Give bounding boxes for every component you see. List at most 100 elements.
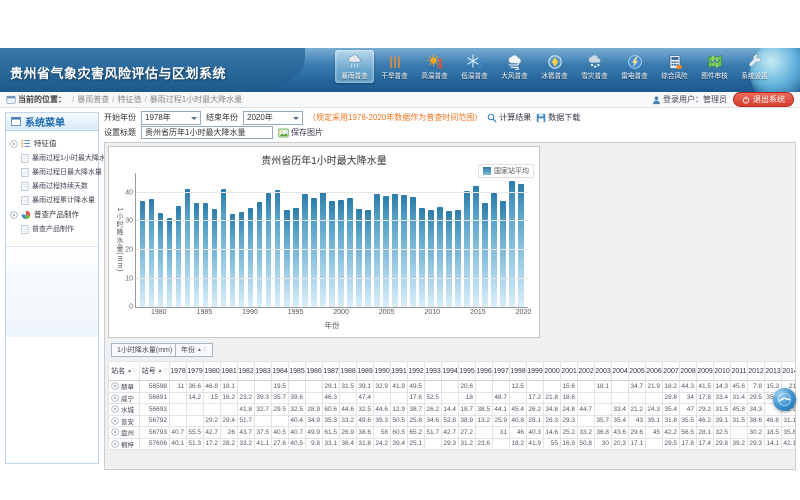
column-header-year[interactable]: 2014 xyxy=(782,361,795,381)
value-cell: 35.4 xyxy=(612,416,629,428)
column-header-year[interactable]: 1991 xyxy=(391,361,408,381)
column-header-year[interactable]: 2012 xyxy=(748,361,765,381)
floating-widget-button[interactable] xyxy=(773,388,796,411)
sidebar-item[interactable]: 暴雨过程1小时最大降水量 xyxy=(8,151,96,165)
column-header-year[interactable]: 2013 xyxy=(765,361,782,381)
column-header-id[interactable]: 站号▲▽ xyxy=(140,361,170,381)
column-header-year[interactable]: 1992 xyxy=(408,361,425,381)
row-expand-icon[interactable] xyxy=(111,382,119,390)
value-cell xyxy=(544,381,561,393)
data-download-button[interactable]: 数据下载 xyxy=(536,112,580,123)
column-header-year[interactable]: 2010 xyxy=(714,361,731,381)
column-header-year[interactable]: 1989 xyxy=(357,361,374,381)
value-cell: 43.7 xyxy=(238,427,255,439)
column-header-year[interactable]: 2009 xyxy=(697,361,714,381)
column-header-year[interactable]: 1997 xyxy=(493,361,510,381)
chart-legend[interactable]: 国家站平均 xyxy=(478,164,534,178)
column-header-year[interactable]: 1993 xyxy=(425,361,442,381)
nav-item-6[interactable]: 冰雹普查 xyxy=(535,50,574,83)
column-header-year[interactable]: 1982 xyxy=(238,361,255,381)
column-header-year[interactable]: 1985 xyxy=(289,361,306,381)
column-header-name[interactable]: 站名▲▽ xyxy=(108,361,140,381)
nav-item-4[interactable]: 低温普查 xyxy=(455,50,494,83)
value-cell: 41.8 xyxy=(238,404,255,416)
value-cell: 32.9 xyxy=(374,381,391,393)
column-header-year[interactable]: 1998 xyxy=(510,361,527,381)
column-header-year[interactable]: 1980 xyxy=(204,361,221,381)
station-name-cell[interactable]: 水城 xyxy=(108,404,140,416)
value-cell xyxy=(578,381,595,393)
chart-title-input[interactable] xyxy=(141,126,273,139)
station-name-cell[interactable]: 赫章 xyxy=(108,381,140,393)
nav-item-10[interactable]: 图件审核 xyxy=(695,50,734,83)
column-header-year[interactable]: 1978 xyxy=(170,361,187,381)
column-header-year[interactable]: 1995 xyxy=(459,361,476,381)
row-expand-icon[interactable] xyxy=(111,394,119,402)
nav-item-7[interactable]: 雪灾普查 xyxy=(575,50,614,83)
value-cell: 31.8 xyxy=(663,416,680,428)
row-expand-icon[interactable] xyxy=(111,405,119,413)
logout-button[interactable]: 退出系统 xyxy=(733,92,794,107)
bar-2005 xyxy=(383,196,389,307)
column-header-year[interactable]: 1986 xyxy=(306,361,323,381)
station-name-cell[interactable]: 威宁 xyxy=(108,393,140,405)
breadcrumb-item-1[interactable]: 暴雨普查 xyxy=(77,94,109,105)
x-tick-label: 2020 xyxy=(516,309,532,316)
column-header-year[interactable]: 1983 xyxy=(255,361,272,381)
sidebar-item[interactable]: 暴雨过程持续天数 xyxy=(8,179,96,193)
sidebar-item[interactable]: 暴雨过程累计降水量 xyxy=(8,193,96,207)
sidebar-item[interactable]: 暴雨过程日最大降水量 xyxy=(8,165,96,179)
y-tick-label: 0 xyxy=(129,304,133,311)
nav-item-5[interactable]: 大风普查 xyxy=(495,50,534,83)
column-header-year[interactable]: 2008 xyxy=(680,361,697,381)
value-cell: 65.2 xyxy=(408,427,425,439)
nav-item-8[interactable]: 雷电普查 xyxy=(615,50,654,83)
column-header-year[interactable]: 1979 xyxy=(187,361,204,381)
value-cell: 38.5 xyxy=(476,404,493,416)
column-header-year[interactable]: 2004 xyxy=(612,361,629,381)
calc-result-button[interactable]: 计算结果 xyxy=(487,112,531,123)
column-header-year[interactable]: 1987 xyxy=(323,361,340,381)
nav-item-9[interactable]: 综合风险 xyxy=(655,50,694,83)
value-cell: 12.5 xyxy=(510,381,527,393)
nav-item-1[interactable]: 暴雨普查 xyxy=(335,50,374,83)
nav-item-3[interactable]: 高温普查 xyxy=(415,50,454,83)
column-header-year[interactable]: 2002 xyxy=(578,361,595,381)
column-header-year[interactable]: 2003 xyxy=(595,361,612,381)
station-name-cell[interactable]: 盘州 xyxy=(108,427,140,439)
station-name-cell[interactable]: 普安 xyxy=(108,416,140,428)
value-cell: 52.8 xyxy=(442,416,459,428)
column-header-year[interactable]: 1988 xyxy=(340,361,357,381)
breadcrumb-item-2[interactable]: 特征值 xyxy=(117,94,141,105)
nav-item-2[interactable]: 干旱普查 xyxy=(375,50,414,83)
row-expand-icon[interactable] xyxy=(111,440,119,448)
column-header-year[interactable]: 1981 xyxy=(221,361,238,381)
measure-chip[interactable]: 1小时降水量(mm) xyxy=(111,343,178,357)
save-image-button[interactable]: 保存图片 xyxy=(278,127,323,138)
row-expand-icon[interactable] xyxy=(111,417,119,425)
sidebar-group-1[interactable]: 特征值 xyxy=(8,136,96,151)
sidebar-item[interactable]: 普查产品制作 xyxy=(8,222,96,236)
column-header-year[interactable]: 1999 xyxy=(527,361,544,381)
nav-item-11[interactable]: 系统设置 xyxy=(735,50,774,83)
column-header-year[interactable]: 1990 xyxy=(374,361,391,381)
x-tick-label: 1990 xyxy=(242,309,258,316)
column-header-year[interactable]: 1994 xyxy=(442,361,459,381)
station-name-cell[interactable]: 桐梓 xyxy=(108,439,140,451)
start-year-select[interactable]: 1978年 xyxy=(141,111,201,125)
column-header-year[interactable]: 2005 xyxy=(629,361,646,381)
sidebar-group-2[interactable]: 普查产品制作 xyxy=(8,207,96,222)
column-header-year[interactable]: 2000 xyxy=(544,361,561,381)
column-header-year[interactable]: 2006 xyxy=(646,361,663,381)
row-expand-icon[interactable] xyxy=(111,428,119,436)
year-sort-chip[interactable]: 年份 ▲▽ xyxy=(175,343,213,357)
value-cell: 36.8 xyxy=(595,427,612,439)
column-header-year[interactable]: 2007 xyxy=(663,361,680,381)
value-cell: 35.4 xyxy=(663,404,680,416)
end-year-select[interactable]: 2020年 xyxy=(243,111,303,125)
column-header-year[interactable]: 2011 xyxy=(731,361,748,381)
column-header-year[interactable]: 1996 xyxy=(476,361,493,381)
search-icon xyxy=(487,113,497,123)
column-header-year[interactable]: 2001 xyxy=(561,361,578,381)
column-header-year[interactable]: 1984 xyxy=(272,361,289,381)
